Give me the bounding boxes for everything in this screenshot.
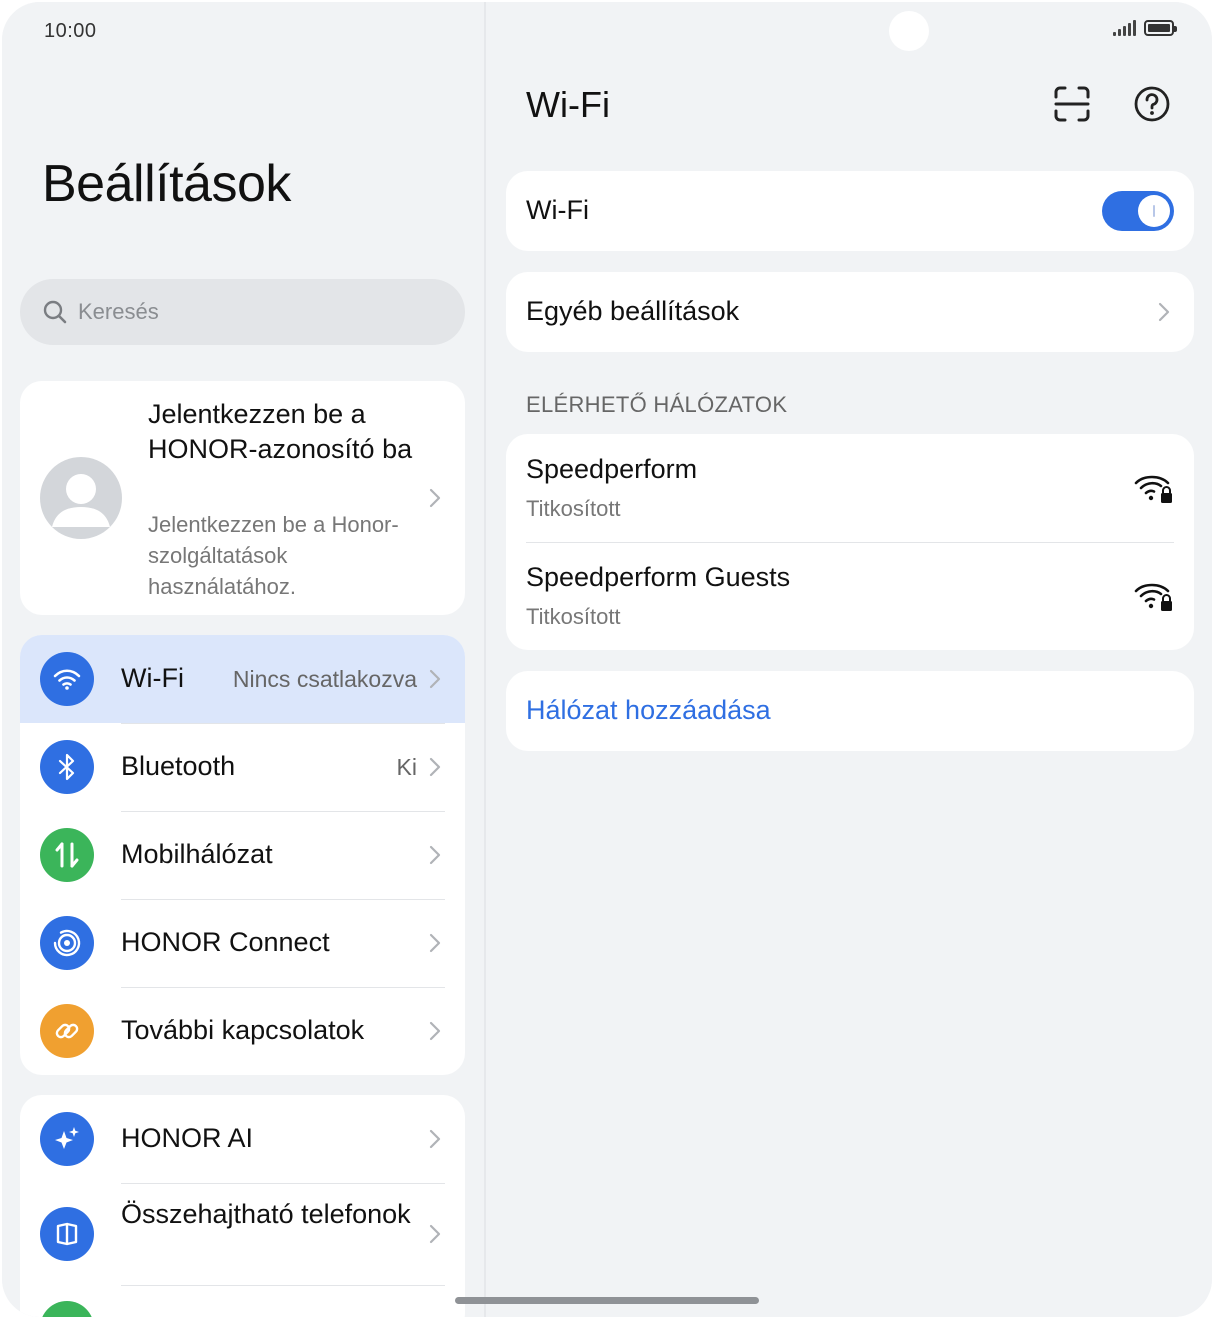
wifi-toggle-switch[interactable]	[1102, 191, 1174, 231]
wifi-locked-icon	[1134, 583, 1172, 611]
battery-icon	[1144, 20, 1177, 36]
network-security: Titkosított	[526, 496, 621, 521]
settings-item-more-connections[interactable]: További kapcsolatok	[20, 987, 465, 1075]
chevron-right-icon	[429, 669, 441, 689]
home-indicator[interactable]	[455, 1297, 759, 1304]
help-icon[interactable]	[1132, 84, 1172, 124]
search-icon	[43, 300, 67, 324]
networks-card: Speedperform Titkosított Speedperform Gu…	[506, 434, 1194, 650]
wifi-toggle-card: Wi-Fi	[506, 171, 1194, 251]
toggle-knob	[1138, 195, 1170, 227]
settings-item-mobile-network[interactable]: Mobilhálózat	[20, 811, 465, 899]
settings-item-value: Nincs csatlakozva	[232, 666, 417, 692]
wifi-pane: Wi-Fi Wi-Fi Egyéb beállítások ELÉRHETŐ H…	[486, 2, 1212, 1317]
settings-item-value: Ki	[396, 754, 417, 780]
device-frame: 10:00 Beállítások Keresés Jelentkezzen b…	[2, 2, 1212, 1317]
bluetooth-icon	[40, 740, 94, 794]
settings-item-wifi[interactable]: Wi-Fi Nincs csatlakozva	[20, 635, 465, 723]
front-camera	[889, 11, 929, 51]
account-card[interactable]: Jelentkezzen be a HONOR-azonosító ba Jel…	[20, 381, 465, 615]
chevron-right-icon	[1158, 302, 1170, 322]
partial-item-icon	[40, 1301, 94, 1317]
chevron-right-icon	[429, 1021, 441, 1041]
link-icon	[40, 1004, 94, 1058]
add-network-label: Hálózat hozzáadása	[526, 695, 771, 725]
chevron-right-icon	[429, 1224, 441, 1244]
network-name: Speedperform Guests	[526, 562, 791, 592]
account-title: Jelentkezzen be a HONOR-azonosító ba	[148, 399, 413, 464]
other-settings-label: Egyéb beállítások	[526, 296, 740, 326]
settings-item-label: Összehajtható telefonok	[121, 1199, 411, 1229]
avatar	[40, 457, 122, 539]
add-network-button[interactable]: Hálózat hozzáadása	[506, 671, 1194, 751]
search-placeholder: Keresés	[78, 299, 159, 324]
settings-pane: 10:00 Beállítások Keresés Jelentkezzen b…	[2, 2, 484, 1317]
connectivity-card: Wi-Fi Nincs csatlakozva Bluetooth Ki Mob…	[20, 635, 465, 1075]
status-icons	[1113, 20, 1177, 36]
network-item[interactable]: Speedperform Titkosított	[506, 434, 1194, 542]
settings-item-label: HONOR AI	[121, 1123, 254, 1153]
honor-connect-icon	[40, 916, 94, 970]
signal-icon	[1113, 20, 1136, 36]
network-name: Speedperform	[526, 454, 698, 484]
settings-item-honor-connect[interactable]: HONOR Connect	[20, 899, 465, 987]
settings-item-foldable-phones[interactable]: Összehajtható telefonok	[20, 1183, 465, 1285]
scan-qr-icon[interactable]	[1052, 84, 1092, 124]
mobile-data-icon	[40, 828, 94, 882]
chevron-right-icon	[429, 933, 441, 953]
settings-item-label: További kapcsolatok	[121, 1015, 365, 1045]
wifi-page-title: Wi-Fi	[526, 84, 610, 125]
settings-item-label: Wi-Fi	[121, 663, 184, 693]
chevron-right-icon	[429, 488, 441, 508]
ai-sparkle-icon	[40, 1112, 94, 1166]
page-title: Beállítások	[42, 155, 291, 213]
settings-item-label: Bluetooth	[121, 751, 236, 781]
features-card: HONOR AI Összehajtható telefonok	[20, 1095, 465, 1317]
network-security: Titkosított	[526, 604, 621, 629]
chevron-right-icon	[429, 757, 441, 777]
other-settings-card[interactable]: Egyéb beállítások	[506, 272, 1194, 352]
wifi-icon	[40, 652, 94, 706]
network-item[interactable]: Speedperform Guests Titkosított	[506, 542, 1194, 650]
settings-item-label: HONOR Connect	[121, 927, 330, 957]
account-subtitle: Jelentkezzen be a Honor-szolgáltatások h…	[148, 512, 399, 599]
settings-item-bluetooth[interactable]: Bluetooth Ki	[20, 723, 465, 811]
status-time: 10:00	[44, 20, 97, 42]
search-input[interactable]: Keresés	[20, 279, 465, 345]
foldable-icon	[40, 1207, 94, 1261]
chevron-right-icon	[429, 845, 441, 865]
user-icon	[52, 474, 110, 527]
wifi-locked-icon	[1134, 475, 1172, 503]
wifi-toggle-label: Wi-Fi	[526, 195, 589, 225]
settings-item-honor-ai[interactable]: HONOR AI	[20, 1095, 465, 1183]
divider	[121, 1285, 445, 1286]
available-networks-header: ELÉRHETŐ HÁLÓZATOK	[526, 392, 788, 417]
settings-item-label: Mobilhálózat	[121, 839, 273, 869]
chevron-right-icon	[429, 1129, 441, 1149]
